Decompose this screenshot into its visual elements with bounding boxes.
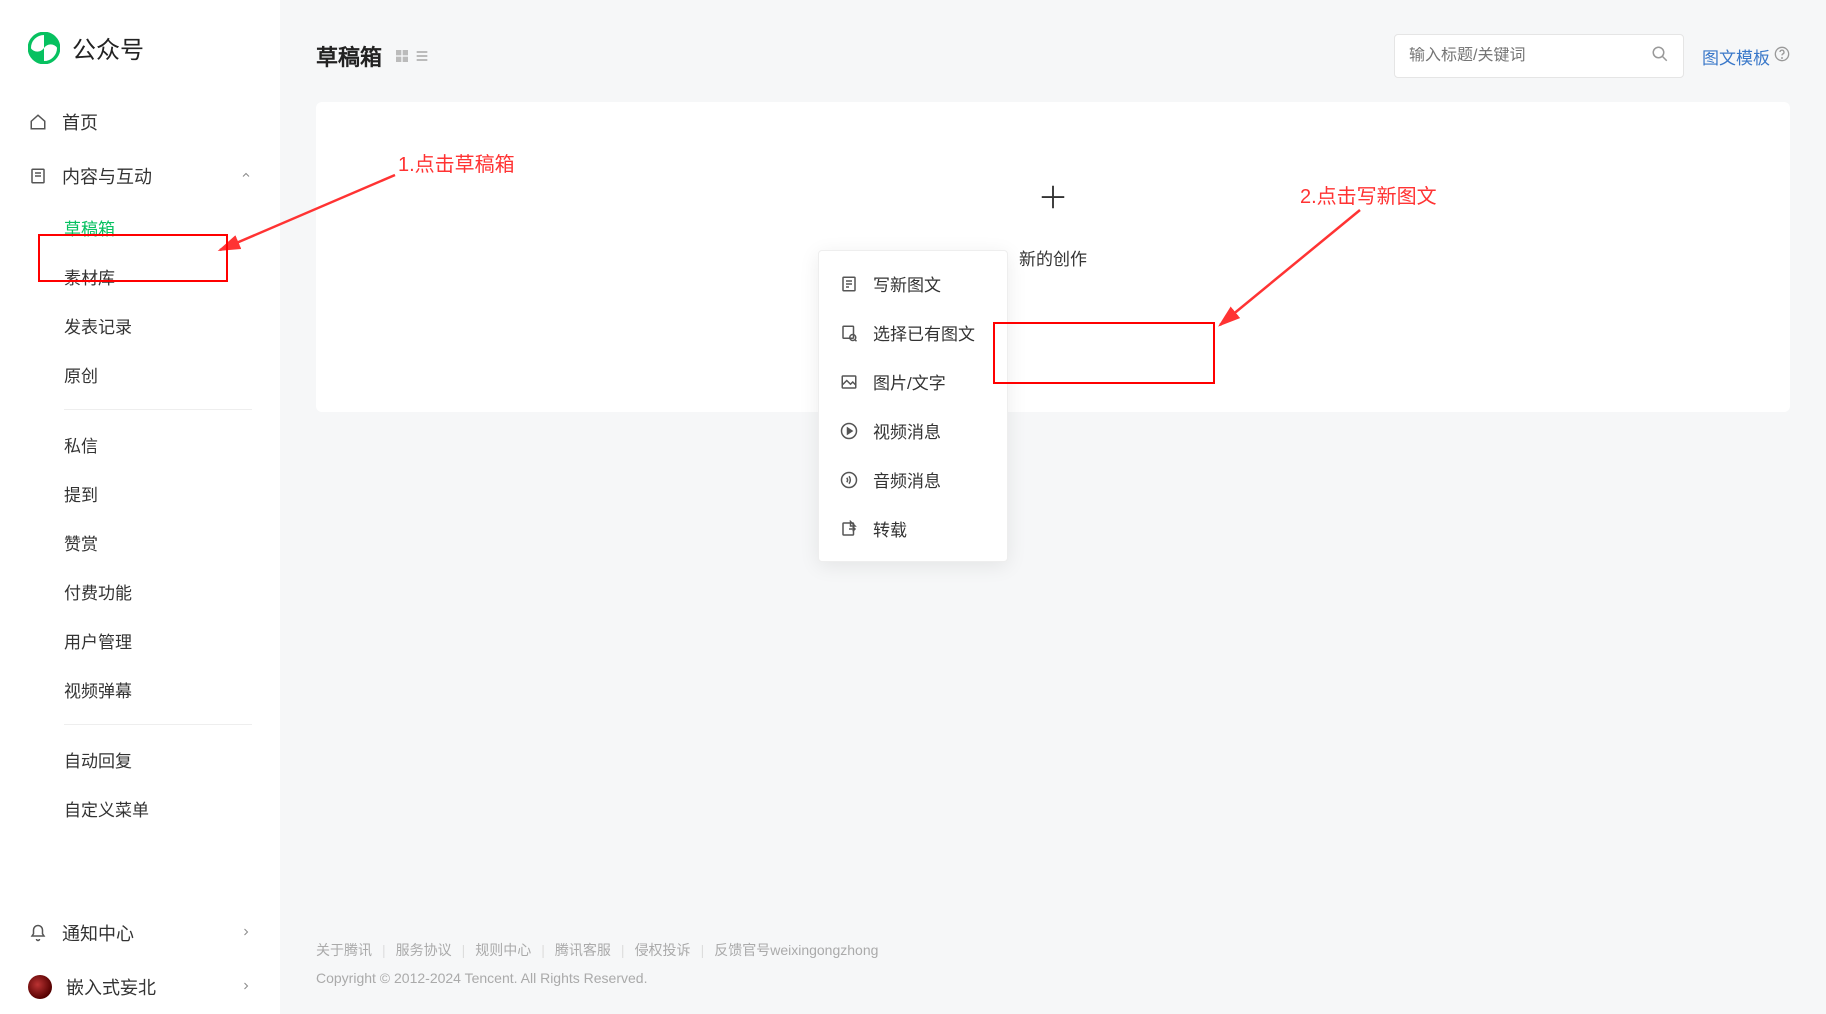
nav-mentions[interactable]: 提到 xyxy=(0,469,280,518)
new-create-label: 新的创作 xyxy=(1019,245,1087,270)
dd-repost-label: 转载 xyxy=(873,516,907,541)
home-icon xyxy=(28,112,48,132)
dd-video-label: 视频消息 xyxy=(873,418,941,443)
plus-icon xyxy=(1019,182,1087,217)
content-card: 新的创作 xyxy=(316,102,1790,412)
footer-link[interactable]: 规则中心 xyxy=(475,940,531,960)
nav-rewards[interactable]: 赞赏 xyxy=(0,518,280,567)
footer-link[interactable]: 反馈官号weixingongzhong xyxy=(714,940,878,960)
template-link-label: 图文模板 xyxy=(1702,44,1770,69)
nav-publish-log[interactable]: 发表记录 xyxy=(0,301,280,350)
footer: 关于腾讯| 服务协议| 规则中心| 腾讯客服| 侵权投诉| 反馈官号weixin… xyxy=(316,920,1790,1014)
help-icon xyxy=(1774,46,1790,67)
create-dropdown: 写新图文 选择已有图文 图片/文字 视频消息 xyxy=(818,250,1008,562)
search-input[interactable] xyxy=(1409,47,1651,65)
nav-divider xyxy=(64,724,252,725)
copyright: Copyright © 2012-2024 Tencent. All Right… xyxy=(316,970,1790,986)
nav-video-danmu[interactable]: 视频弹幕 xyxy=(0,665,280,714)
chevron-right-icon xyxy=(240,979,252,995)
document-icon xyxy=(28,166,48,186)
search-icon[interactable] xyxy=(1651,45,1669,68)
dd-image-text-label: 图片/文字 xyxy=(873,369,946,394)
footer-link[interactable]: 腾讯客服 xyxy=(555,940,611,960)
nav-library[interactable]: 素材库 xyxy=(0,252,280,301)
nav-notify[interactable]: 通知中心 xyxy=(0,906,280,960)
list-view-icon[interactable] xyxy=(414,48,430,64)
dd-choose-existing-label: 选择已有图文 xyxy=(873,320,975,345)
topbar: 草稿箱 图文模板 xyxy=(316,0,1790,102)
dd-new-article[interactable]: 写新图文 xyxy=(819,259,1007,308)
share-icon xyxy=(839,519,859,539)
dd-audio-label: 音频消息 xyxy=(873,467,941,492)
avatar xyxy=(28,975,52,999)
nav-drafts[interactable]: 草稿箱 xyxy=(0,203,280,252)
nav-home-label: 首页 xyxy=(62,109,98,135)
annotation-text-2: 2.点击写新图文 xyxy=(1300,180,1437,209)
search-input-wrap[interactable] xyxy=(1394,34,1684,78)
footer-link[interactable]: 侵权投诉 xyxy=(635,940,691,960)
select-article-icon xyxy=(839,323,859,343)
sidebar: 公众号 首页 内容与互动 草稿箱 素材库 发表记录 原创 私信 提到 赞赏 付费… xyxy=(0,0,280,1014)
nav-messages[interactable]: 私信 xyxy=(0,420,280,469)
chevron-right-icon xyxy=(240,925,252,941)
dd-choose-existing[interactable]: 选择已有图文 xyxy=(819,308,1007,357)
dd-audio[interactable]: 音频消息 xyxy=(819,455,1007,504)
nav-original[interactable]: 原创 xyxy=(0,350,280,399)
video-icon xyxy=(839,421,859,441)
grid-view-icon[interactable] xyxy=(394,48,410,64)
dd-new-article-label: 写新图文 xyxy=(873,271,941,296)
image-icon xyxy=(839,372,859,392)
nav-notify-label: 通知中心 xyxy=(62,920,134,946)
footer-link[interactable]: 服务协议 xyxy=(396,940,452,960)
nav-home[interactable]: 首页 xyxy=(0,95,280,149)
audio-icon xyxy=(839,470,859,490)
nav-account[interactable]: 嵌入式妄北 xyxy=(0,960,280,1014)
dd-image-text[interactable]: 图片/文字 xyxy=(819,357,1007,406)
nav-account-label: 嵌入式妄北 xyxy=(66,974,156,1000)
footer-links: 关于腾讯| 服务协议| 规则中心| 腾讯客服| 侵权投诉| 反馈官号weixin… xyxy=(316,940,1790,960)
dd-repost[interactable]: 转载 xyxy=(819,504,1007,553)
nav-divider xyxy=(64,409,252,410)
page-title: 草稿箱 xyxy=(316,40,382,72)
nav-paid[interactable]: 付费功能 xyxy=(0,567,280,616)
app-name: 公众号 xyxy=(72,30,144,65)
chevron-up-icon xyxy=(240,168,252,184)
annotation-text-1: 1.点击草稿箱 xyxy=(398,148,515,177)
new-create-trigger[interactable]: 新的创作 xyxy=(1019,182,1087,270)
footer-link[interactable]: 关于腾讯 xyxy=(316,940,372,960)
app-logo[interactable]: 公众号 xyxy=(0,30,280,95)
nav-user-mgmt[interactable]: 用户管理 xyxy=(0,616,280,665)
nav-content-section[interactable]: 内容与互动 xyxy=(0,149,280,203)
dd-video[interactable]: 视频消息 xyxy=(819,406,1007,455)
bell-icon xyxy=(28,923,48,943)
wechat-mp-logo-icon xyxy=(28,32,60,64)
nav-content-label: 内容与互动 xyxy=(62,163,152,189)
article-icon xyxy=(839,274,859,294)
template-link[interactable]: 图文模板 xyxy=(1702,44,1790,69)
nav-auto-reply[interactable]: 自动回复 xyxy=(0,735,280,784)
view-toggle xyxy=(394,48,430,64)
nav-custom-menu[interactable]: 自定义菜单 xyxy=(0,784,280,833)
